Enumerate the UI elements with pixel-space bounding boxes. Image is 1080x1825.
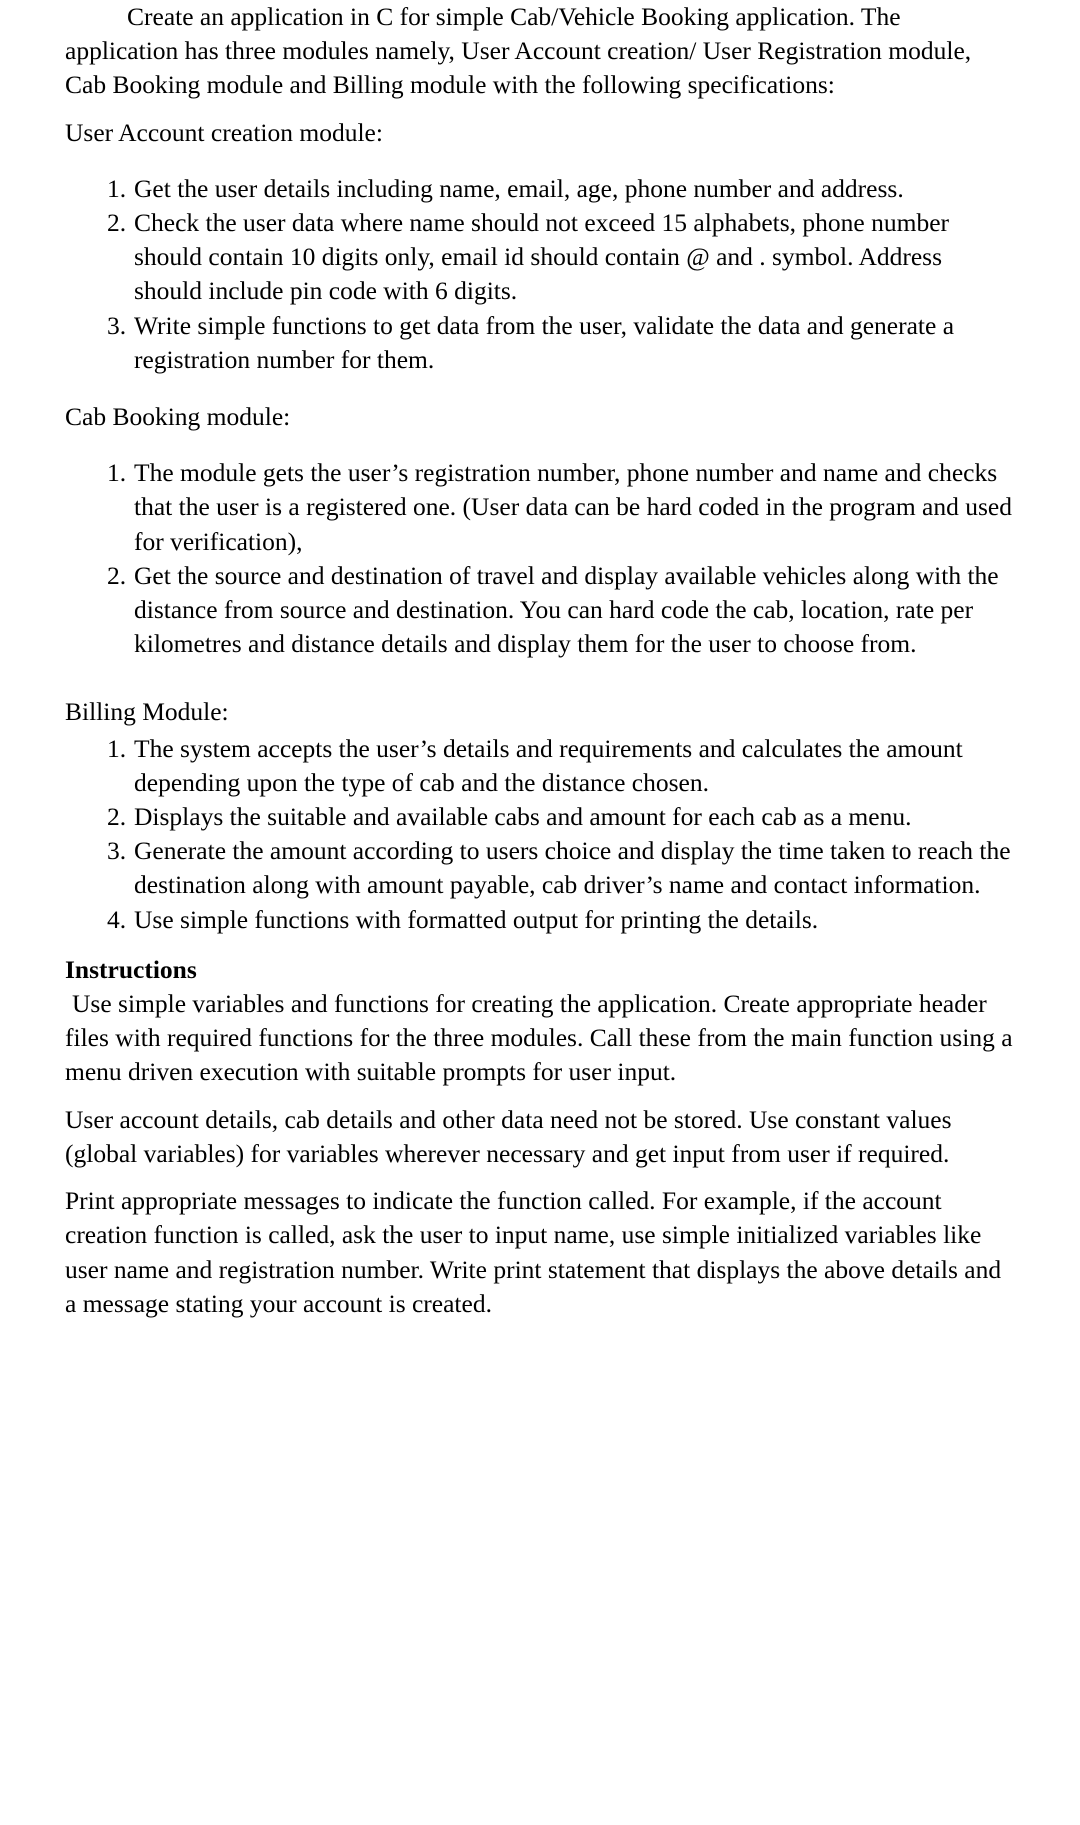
list-item: 1. The module gets the user’s registratio… xyxy=(65,456,1015,559)
user-account-list: 1. Get the user details including name, e… xyxy=(65,172,1015,377)
instructions-heading: Instructions xyxy=(65,954,197,984)
list-item: 3. Generate the amount according to users… xyxy=(65,834,1015,902)
list-item-text: Displays the suitable and available cabs… xyxy=(134,802,912,832)
list-marker: 3. xyxy=(107,310,127,340)
billing-list: 1. The system accepts the user’s details … xyxy=(65,732,1015,937)
intro-paragraph: Create an application in C for simple Ca… xyxy=(65,0,1015,103)
list-item: 2. Get the source and destination of trav… xyxy=(65,559,1015,662)
list-item: 2. Displays the suitable and available ca… xyxy=(65,800,1015,834)
list-item: 1. Get the user details including name, e… xyxy=(65,172,1015,206)
section-heading-cab-booking: Cab Booking module: xyxy=(65,402,291,432)
document-page: Create an application in C for simple Ca… xyxy=(0,0,1080,1825)
list-item: 3. Write simple functions to get data fro… xyxy=(65,309,1015,377)
list-item-text: Use simple functions with formatted outp… xyxy=(134,904,819,934)
instructions-text-1: Use simple variables and functions for c… xyxy=(65,989,1013,1087)
list-marker: 4. xyxy=(107,904,127,934)
section-heading-billing: Billing Module: xyxy=(65,697,229,727)
instructions-paragraph-1: Use simple variables and functions for c… xyxy=(65,987,1015,1090)
list-marker: 1. xyxy=(107,733,127,763)
instructions-paragraph-2: User account details, cab details and ot… xyxy=(65,1104,952,1168)
list-item: 1. The system accepts the user’s details … xyxy=(65,732,1015,800)
list-marker: 3. xyxy=(107,836,127,866)
list-item-text: The system accepts the user’s details an… xyxy=(134,733,963,797)
list-marker: 2. xyxy=(107,802,127,832)
list-item-text: Generate the amount according to users c… xyxy=(134,836,1011,900)
list-item: 4. Use simple functions with formatted ou… xyxy=(65,903,1015,937)
list-item-text: Get the user details including name, ema… xyxy=(134,173,904,203)
list-marker: 2. xyxy=(107,560,127,590)
list-item-text: Check the user data where name should no… xyxy=(134,208,950,306)
list-item-text: The module gets the user’s registration … xyxy=(134,458,1012,556)
instructions-paragraph-3: Print appropriate messages to indicate t… xyxy=(65,1186,1002,1318)
empty-paragraph-spacer xyxy=(65,661,1015,695)
list-marker: 2. xyxy=(107,208,127,238)
cab-booking-list: 1. The module gets the user’s registratio… xyxy=(65,456,1015,661)
list-item-text: Write simple functions to get data from … xyxy=(134,310,955,374)
section-heading-user-account: User Account creation module: xyxy=(65,117,383,147)
list-marker: 1. xyxy=(107,458,127,488)
list-item-text: Get the source and destination of travel… xyxy=(134,560,999,659)
document-body: Create an application in C for simple Ca… xyxy=(65,0,1015,1321)
intro-text: Create an application in C for simple Ca… xyxy=(65,2,972,100)
list-item: 2. Check the user data where name should … xyxy=(65,206,1015,309)
list-marker: 1. xyxy=(107,173,127,203)
